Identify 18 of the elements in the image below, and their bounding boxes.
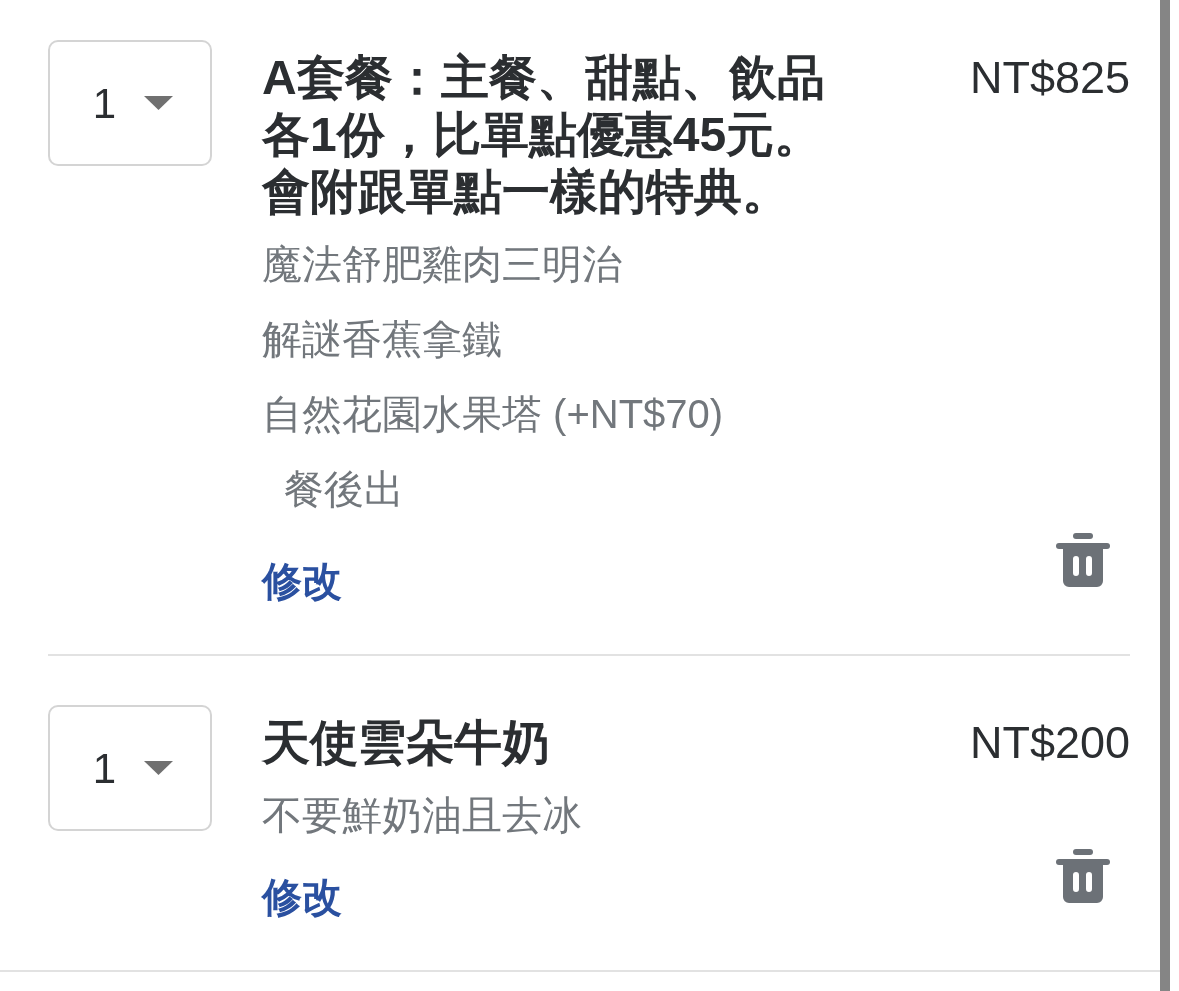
quantity-dropdown[interactable]: 1 (48, 705, 212, 831)
item-title: 天使雲朵牛奶 (262, 715, 551, 771)
item-price: NT$200 (969, 716, 1130, 770)
trash-icon[interactable] (1056, 533, 1110, 587)
edit-link[interactable]: 修改 (262, 869, 342, 925)
option-text: 自然花園水果塔 (+NT$70) (262, 391, 724, 438)
option-text: 餐後出 (284, 466, 404, 513)
option-text: 解謎香蕉拿鐵 (262, 316, 502, 363)
caret-icon (144, 761, 174, 775)
edit-link[interactable]: 修改 (262, 553, 342, 609)
item-title: A套餐：主餐、甜點、飲品各1份，比單點優惠45元。會附跟單點一樣的特典。 (262, 50, 826, 220)
option-text: 魔法舒肥雞肉三明治 (262, 241, 622, 288)
item-price: NT$825 (969, 51, 1130, 105)
quantity-dropdown[interactable]: 1 (48, 40, 212, 166)
trash-icon[interactable] (1056, 849, 1110, 903)
scrollbar-thumb[interactable] (1160, 0, 1170, 991)
caret-icon (144, 96, 174, 110)
option-text: 不要鮮奶油且去冰 (262, 792, 582, 839)
